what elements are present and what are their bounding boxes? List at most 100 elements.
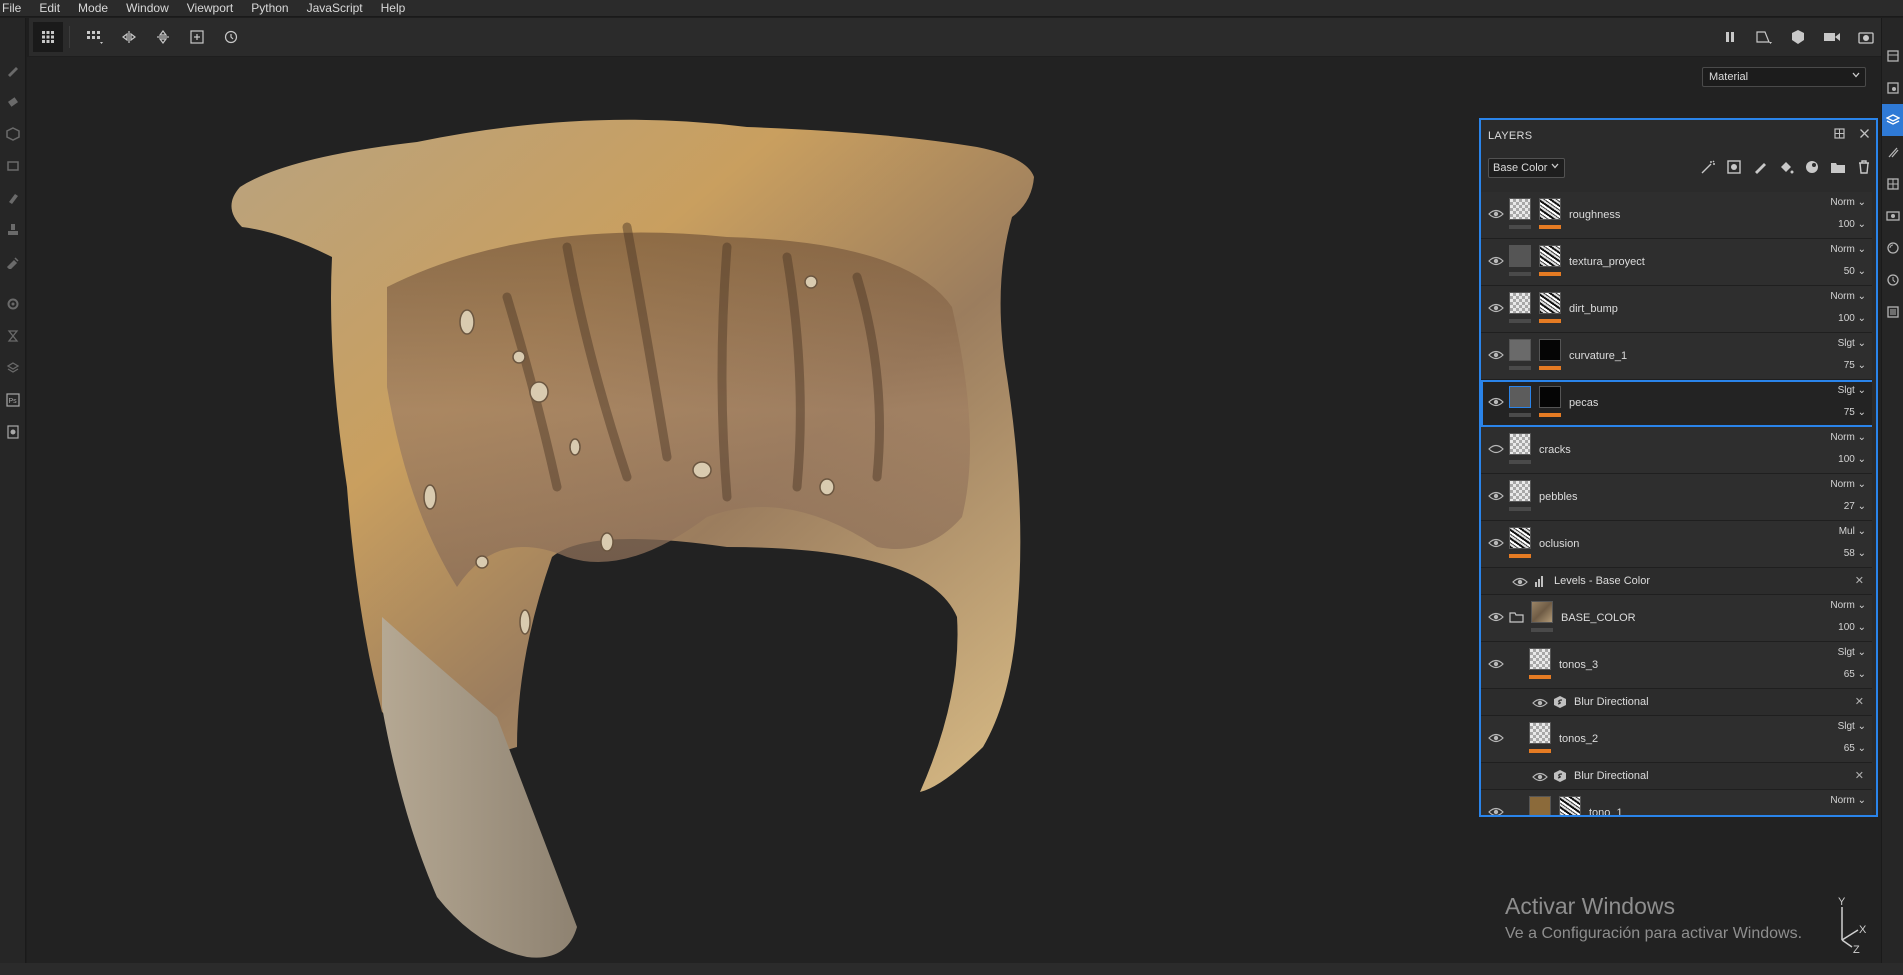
blend-mode-select[interactable]: Slgt ⌄ bbox=[1838, 647, 1866, 658]
blend-mode-select[interactable]: Norm ⌄ bbox=[1830, 244, 1866, 255]
layer-row-tonos-2[interactable]: tonos_2 Slgt ⌄ 65 ⌄ bbox=[1481, 716, 1876, 763]
delete-layer-trash-icon[interactable] bbox=[1856, 159, 1872, 178]
eye-hidden-icon[interactable] bbox=[1488, 443, 1504, 455]
effect-name[interactable]: Blur Directional bbox=[1574, 696, 1649, 708]
effect-name[interactable]: Levels - Base Color bbox=[1554, 575, 1650, 587]
eye-visible-icon[interactable] bbox=[1488, 349, 1504, 361]
menu-edit[interactable]: Edit bbox=[30, 0, 69, 17]
layer-row-textura-proyect[interactable]: textura_proyect Norm ⌄ 50 ⌄ bbox=[1481, 239, 1876, 286]
eye-visible-icon[interactable] bbox=[1532, 771, 1548, 783]
channel-select[interactable]: Base Color bbox=[1488, 158, 1565, 178]
export-icon[interactable] bbox=[0, 416, 26, 448]
add-smart-material-icon[interactable] bbox=[1804, 159, 1820, 178]
opacity-select[interactable]: 100 ⌄ bbox=[1838, 313, 1866, 324]
eye-visible-icon[interactable] bbox=[1488, 537, 1504, 549]
blend-mode-select[interactable]: Norm ⌄ bbox=[1830, 291, 1866, 302]
eye-visible-icon[interactable] bbox=[1488, 490, 1504, 502]
layer-name[interactable]: oclusion bbox=[1539, 538, 1579, 550]
remove-effect-close-icon[interactable]: ✕ bbox=[1855, 574, 1864, 587]
effect-row-blur-directional[interactable]: Blur Directional ✕ bbox=[1481, 689, 1876, 716]
menu-viewport[interactable]: Viewport bbox=[178, 0, 242, 17]
layer-row-pebbles[interactable]: pebbles Norm ⌄ 27 ⌄ bbox=[1481, 474, 1876, 521]
menu-help[interactable]: Help bbox=[372, 0, 415, 17]
history-clock-icon[interactable] bbox=[1882, 264, 1903, 296]
layer-row-pecas[interactable]: pecas Slgt ⌄ 75 ⌄ bbox=[1481, 380, 1876, 427]
layer-name[interactable]: BASE_COLOR bbox=[1561, 612, 1636, 624]
eye-visible-icon[interactable] bbox=[1488, 611, 1504, 623]
grid-snap-button[interactable] bbox=[33, 22, 63, 52]
bake-icon[interactable] bbox=[0, 320, 26, 352]
shader-settings-icon[interactable] bbox=[1882, 232, 1903, 264]
blend-mode-select[interactable]: Slgt ⌄ bbox=[1838, 721, 1866, 732]
dock-panel-icon[interactable] bbox=[1834, 128, 1845, 142]
opacity-select[interactable]: 75 ⌄ bbox=[1844, 407, 1866, 418]
symmetry-y-button[interactable] bbox=[148, 22, 178, 52]
layer-name[interactable]: textura_proyect bbox=[1569, 256, 1645, 268]
layer-name[interactable]: dirt_bump bbox=[1569, 303, 1618, 315]
remove-effect-close-icon[interactable]: ✕ bbox=[1855, 769, 1864, 782]
eye-visible-icon[interactable] bbox=[1488, 302, 1504, 314]
layers-tab-icon[interactable] bbox=[1882, 104, 1903, 136]
eye-visible-icon[interactable] bbox=[1488, 658, 1504, 670]
menu-python[interactable]: Python bbox=[242, 0, 297, 17]
eye-visible-icon[interactable] bbox=[1488, 806, 1504, 815]
color-picker-icon[interactable] bbox=[0, 246, 26, 278]
layer-row-curvature-1[interactable]: curvature_1 Slgt ⌄ 75 ⌄ bbox=[1481, 333, 1876, 380]
blend-mode-select[interactable]: Slgt ⌄ bbox=[1838, 385, 1866, 396]
display-mode-button[interactable] bbox=[1749, 22, 1779, 52]
add-fill-layer-icon[interactable] bbox=[1778, 159, 1794, 178]
plugin-icon[interactable] bbox=[0, 352, 26, 384]
add-paint-layer-icon[interactable] bbox=[1752, 159, 1768, 178]
3d-cube-view-button[interactable] bbox=[1783, 22, 1813, 52]
viewport-material-select[interactable]: Material bbox=[1702, 67, 1866, 87]
opacity-select[interactable]: 58 ⌄ bbox=[1844, 548, 1866, 559]
effect-row-levels[interactable]: Levels - Base Color ✕ bbox=[1481, 568, 1876, 595]
layer-row-dirt-bump[interactable]: dirt_bump Norm ⌄ 100 ⌄ bbox=[1481, 286, 1876, 333]
texture-set-list-icon[interactable] bbox=[1882, 40, 1903, 72]
properties-brush-icon[interactable] bbox=[1882, 136, 1903, 168]
display-settings-icon[interactable] bbox=[1882, 200, 1903, 232]
layer-name[interactable]: cracks bbox=[1539, 444, 1571, 456]
opacity-select[interactable]: 100 ⌄ bbox=[1838, 454, 1866, 465]
layer-name[interactable]: tonos_2 bbox=[1559, 733, 1598, 745]
add-mask-icon[interactable] bbox=[1726, 159, 1742, 178]
screenshot-camera-button[interactable] bbox=[1851, 22, 1881, 52]
blend-mode-select[interactable]: Norm ⌄ bbox=[1830, 197, 1866, 208]
layer-row-tonos-3[interactable]: tonos_3 Slgt ⌄ 65 ⌄ bbox=[1481, 642, 1876, 689]
polygon-fill-icon[interactable] bbox=[0, 150, 26, 182]
symmetry-x-button[interactable] bbox=[114, 22, 144, 52]
effect-row-blur-directional[interactable]: Blur Directional ✕ bbox=[1481, 763, 1876, 790]
opacity-select[interactable]: 65 ⌄ bbox=[1844, 743, 1866, 754]
menu-mode[interactable]: Mode bbox=[69, 0, 117, 17]
eye-visible-icon[interactable] bbox=[1488, 255, 1504, 267]
settings-gear-icon[interactable] bbox=[0, 288, 26, 320]
menu-window[interactable]: Window bbox=[117, 0, 178, 17]
blend-mode-select[interactable]: Norm ⌄ bbox=[1830, 795, 1866, 806]
add-folder-icon[interactable] bbox=[1830, 159, 1846, 178]
blend-mode-select[interactable]: Slgt ⌄ bbox=[1838, 338, 1866, 349]
pause-render-button[interactable] bbox=[1715, 22, 1745, 52]
layer-name[interactable]: tonos_3 bbox=[1559, 659, 1598, 671]
effect-name[interactable]: Blur Directional bbox=[1574, 770, 1649, 782]
add-frame-button[interactable] bbox=[182, 22, 212, 52]
projection-icon[interactable] bbox=[0, 118, 26, 150]
paint-brush-icon[interactable] bbox=[0, 54, 26, 86]
blend-mode-select[interactable]: Norm ⌄ bbox=[1830, 479, 1866, 490]
eye-visible-icon[interactable] bbox=[1512, 576, 1528, 588]
layers-scrollbar[interactable] bbox=[1872, 192, 1876, 815]
eye-visible-icon[interactable] bbox=[1488, 396, 1504, 408]
folder-open-icon[interactable] bbox=[1509, 611, 1525, 623]
eye-visible-icon[interactable] bbox=[1488, 208, 1504, 220]
opacity-select[interactable]: 75 ⌄ bbox=[1844, 360, 1866, 371]
layer-name[interactable]: curvature_1 bbox=[1569, 350, 1627, 362]
menu-file[interactable]: File bbox=[0, 0, 30, 17]
layer-row-cracks[interactable]: cracks Norm ⌄ 100 ⌄ bbox=[1481, 427, 1876, 474]
opacity-select[interactable]: 65 ⌄ bbox=[1844, 669, 1866, 680]
opacity-select[interactable]: 100 ⌄ bbox=[1838, 219, 1866, 230]
layer-name[interactable]: pecas bbox=[1569, 397, 1598, 409]
opacity-select[interactable]: 50 ⌄ bbox=[1844, 266, 1866, 277]
eye-visible-icon[interactable] bbox=[1488, 732, 1504, 744]
clone-stamp-icon[interactable] bbox=[0, 214, 26, 246]
layer-row-roughness[interactable]: roughness Norm ⌄ 100 ⌄ bbox=[1481, 192, 1876, 239]
layer-name[interactable]: roughness bbox=[1569, 209, 1620, 221]
